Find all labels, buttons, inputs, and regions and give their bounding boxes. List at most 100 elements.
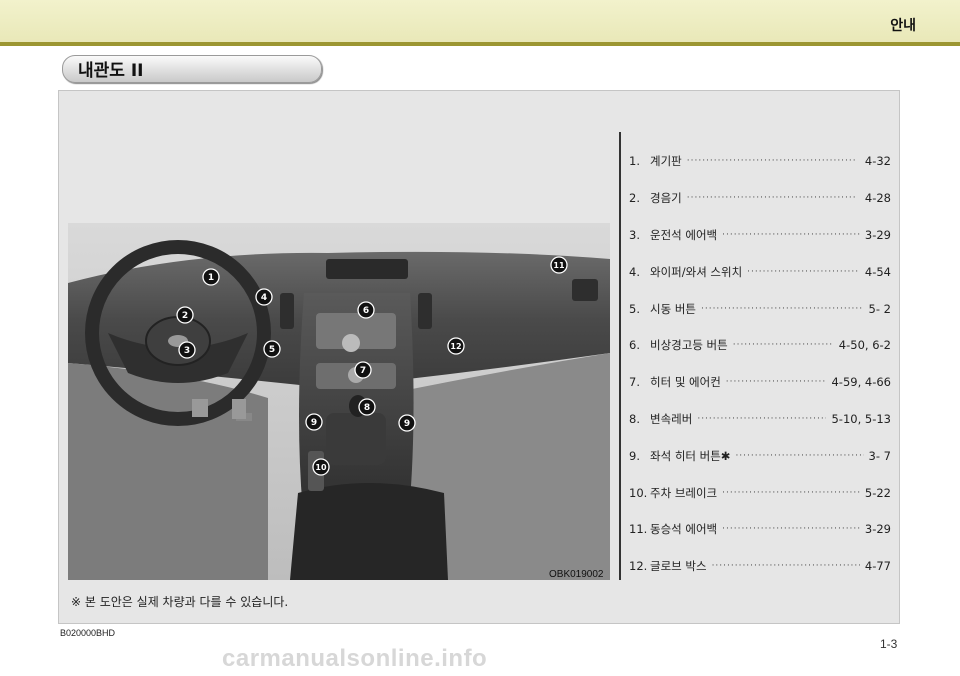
item-name: 경음기 [650,191,682,206]
callout-12: 12 [447,337,465,355]
watermark: carmanualsonline.info [222,645,488,672]
leader-dots: ········································… [732,340,834,351]
list-item: 4. 와이퍼/와셔 스위치 ····························… [629,253,891,290]
item-number: 4. [629,264,640,279]
item-name: 시동 버튼 [650,301,696,316]
item-number: 10. [629,485,648,500]
callout-9-left: 9 [305,413,323,431]
item-page: 3-29 [864,227,891,242]
item-number: 8. [629,411,640,426]
leader-dots: ········································… [711,561,860,572]
item-number: 2. [629,191,640,206]
item-name: 비상경고등 버튼 [650,338,728,353]
item-page: 5-22 [864,485,891,500]
item-page: 4-59, 4-66 [831,375,891,390]
list-item: 8. 변속레버 ··································… [629,401,891,438]
right-center-vent [418,293,432,329]
callout-2: 2 [176,306,194,324]
svg-text:9: 9 [311,418,317,428]
list-item: 10. 주차 브레이크 ······························… [629,474,891,511]
callout-6: 6 [357,301,375,319]
item-name: 동승석 에어백 [650,522,718,537]
svg-text:3: 3 [184,346,190,356]
section-title: 내관도 II [78,61,144,81]
item-page: 4-32 [864,154,891,169]
list-item: 3. 운전석 에어백 ·······························… [629,217,891,254]
accelerator-pedal [232,399,246,419]
callout-1: 1 [202,268,220,286]
chapter-title: 안내 [890,18,916,34]
item-page: 4-28 [864,191,891,206]
item-name: 계기판 [650,154,682,169]
item-number: 11. [629,522,648,537]
interior-illustration: 1 2 3 4 5 6 7 8 9 9 10 11 12 [68,223,610,580]
item-page: 4-50, 6-2 [838,338,891,353]
header-band [0,0,960,42]
svg-text:2: 2 [182,311,188,321]
svg-text:4: 4 [261,293,267,303]
callout-8: 8 [358,398,376,416]
svg-text:7: 7 [360,366,366,376]
list-item: 5. 시동 버튼 ·································… [629,290,891,327]
leader-dots: ········································… [722,229,860,240]
svg-text:12: 12 [450,342,461,351]
svg-text:5: 5 [269,345,275,355]
svg-text:10: 10 [315,463,327,472]
leader-dots: ········································… [722,487,860,498]
item-page: 4-77 [864,559,891,574]
list-item: 6. 비상경고등 버튼 ······························… [629,327,891,364]
left-center-vent [280,293,294,329]
list-item: 12. 글로브 박스 ·······························… [629,548,891,585]
list-item: 11. 동승석 에어백 ······························… [629,511,891,548]
item-number: 5. [629,301,640,316]
item-number: 12. [629,559,648,574]
item-page: 4-54 [864,264,891,279]
item-name: 글로브 박스 [650,559,707,574]
callout-9-right: 9 [398,414,416,432]
item-page: 3- 7 [868,448,891,463]
item-name: 운전석 에어백 [650,227,718,242]
svg-text:6: 6 [363,306,369,316]
page-number: 1-3 [880,637,898,651]
callout-5: 5 [263,340,281,358]
callout-3: 3 [178,341,196,359]
callout-4: 4 [255,288,273,306]
callout-10: 10 [312,458,330,476]
svg-text:9: 9 [404,419,410,429]
leader-dots: ········································… [686,193,857,204]
list-item: 7. 히터 및 에어컨 ······························… [629,364,891,401]
list-item: 1. 계기판 ···································… [629,143,891,180]
shifter-boot [326,413,386,465]
disclaimer-note: ※ 본 도안은 실제 차량과 다를 수 있습니다. [71,595,289,609]
list-item: 2. 경음기 ···································… [629,180,891,217]
brake-pedal [192,399,208,417]
item-number: 9. [629,448,640,463]
leader-dots: ········································… [722,524,860,535]
svg-text:8: 8 [364,403,370,413]
passenger-vent [572,279,598,301]
item-page: 5-10, 5-13 [831,411,891,426]
item-name: 주차 브레이크 [650,485,718,500]
leader-dots: ········································… [686,156,857,167]
list-divider [619,132,621,580]
leader-dots: ········································… [735,450,863,461]
item-name: 좌석 히터 버튼✱ [650,448,731,463]
item-name: 변속레버 [650,411,693,426]
leader-dots: ········································… [700,303,864,314]
leader-dots: ········································… [747,266,860,277]
audio-knob [342,334,360,352]
leader-dots: ········································… [725,377,827,388]
item-page: 3-29 [864,522,891,537]
center-display [326,259,408,279]
figure-code: OBK019002 [549,569,604,580]
item-name: 와이퍼/와셔 스위치 [650,264,743,279]
list-item: 9. 좌석 히터 버튼✱ ·····························… [629,437,891,474]
item-number: 7. [629,375,640,390]
item-name: 히터 및 에어컨 [650,375,721,390]
callout-7: 7 [354,361,372,379]
document-code: B020000BHD [60,628,116,638]
leader-dots: ········································… [697,413,826,424]
item-page: 5- 2 [868,301,891,316]
item-number: 1. [629,154,640,169]
item-number: 6. [629,338,640,353]
